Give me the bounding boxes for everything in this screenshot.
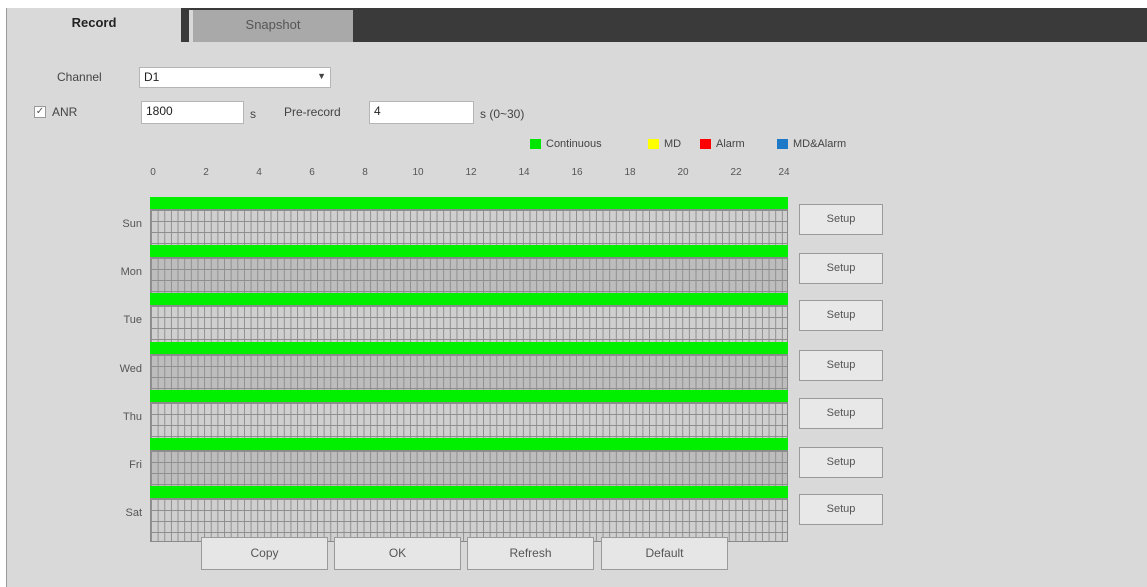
- day-label-mon: Mon: [120, 266, 142, 278]
- md-alarm-swatch: [777, 139, 788, 149]
- day-label-sat: Sat: [125, 507, 142, 519]
- hour-label: 6: [309, 167, 315, 178]
- legend-md: MD: [648, 138, 681, 150]
- legend-continuous-label: Continuous: [546, 138, 602, 150]
- tab-bar: Record Snapshot: [7, 8, 1147, 42]
- record-bar-thu: [150, 390, 788, 402]
- hour-label: 12: [465, 167, 477, 178]
- record-bar-mon: [150, 245, 788, 257]
- chevron-down-icon: ▼: [317, 71, 326, 81]
- hour-label: 24: [778, 167, 790, 178]
- hour-label: 18: [624, 167, 636, 178]
- hour-label: 10: [412, 167, 424, 178]
- tab-snapshot[interactable]: Snapshot: [189, 10, 353, 42]
- legend-md-alarm-label: MD&Alarm: [793, 138, 847, 150]
- setup-button-wed[interactable]: Setup: [799, 350, 883, 381]
- hour-label: 8: [362, 167, 368, 178]
- md-swatch: [648, 139, 659, 149]
- day-label-sun: Sun: [122, 218, 142, 230]
- prerecord-input[interactable]: 4: [369, 101, 474, 124]
- ok-button[interactable]: OK: [334, 537, 461, 570]
- setup-button-sat[interactable]: Setup: [799, 494, 883, 525]
- anr-checkbox[interactable]: ✓: [34, 106, 46, 118]
- alarm-swatch: [700, 139, 711, 149]
- prerecord-unit: s (0~30): [480, 107, 525, 121]
- record-bar-sat: [150, 486, 788, 498]
- day-label-thu: Thu: [123, 411, 142, 423]
- anr-unit: s: [250, 107, 256, 121]
- refresh-button[interactable]: Refresh: [467, 537, 594, 570]
- copy-button[interactable]: Copy: [201, 537, 328, 570]
- hour-label: 16: [571, 167, 583, 178]
- day-label-fri: Fri: [129, 459, 142, 471]
- hour-label: 4: [256, 167, 262, 178]
- legend-alarm-label: Alarm: [716, 138, 745, 150]
- setup-button-fri[interactable]: Setup: [799, 447, 883, 478]
- day-label-wed: Wed: [119, 363, 142, 375]
- hour-label: 14: [518, 167, 530, 178]
- record-bar-sun: [150, 197, 788, 209]
- tab-record[interactable]: Record: [7, 8, 181, 42]
- default-button[interactable]: Default: [601, 537, 728, 570]
- legend-md-label: MD: [664, 138, 682, 150]
- record-bar-fri: [150, 438, 788, 450]
- hour-label: 2: [203, 167, 209, 178]
- channel-value: D1: [144, 70, 160, 84]
- setup-button-tue[interactable]: Setup: [799, 300, 883, 331]
- hour-label: 20: [677, 167, 689, 178]
- anr-input[interactable]: 1800: [141, 101, 244, 124]
- legend-continuous: Continuous: [530, 138, 602, 150]
- record-bar-wed: [150, 342, 788, 354]
- hour-label: 22: [730, 167, 742, 178]
- setup-button-sun[interactable]: Setup: [799, 204, 883, 235]
- continuous-swatch: [530, 139, 541, 149]
- schedule-grid-sat[interactable]: [150, 498, 788, 542]
- record-bar-tue: [150, 293, 788, 305]
- check-icon: ✓: [35, 106, 45, 117]
- legend-alarm: Alarm: [700, 138, 745, 150]
- channel-select[interactable]: D1 ▼: [139, 67, 331, 88]
- setup-button-mon[interactable]: Setup: [799, 253, 883, 284]
- prerecord-label: Pre-record: [284, 105, 341, 119]
- setup-button-thu[interactable]: Setup: [799, 398, 883, 429]
- anr-label: ANR: [52, 105, 78, 119]
- hour-scale: 0 2 4 6 8 10 12 14 16 18 20 22 24: [150, 167, 790, 183]
- legend-md-alarm: MD&Alarm: [777, 138, 846, 150]
- hour-label: 0: [150, 167, 156, 178]
- channel-label: Channel: [57, 70, 102, 84]
- day-label-tue: Tue: [123, 314, 142, 326]
